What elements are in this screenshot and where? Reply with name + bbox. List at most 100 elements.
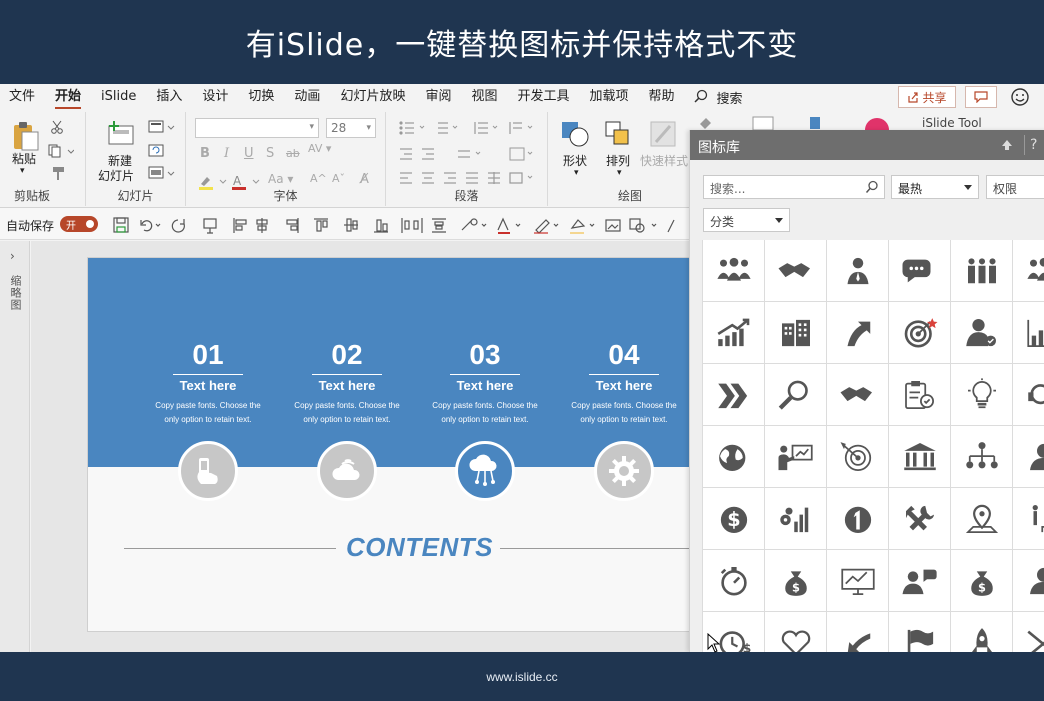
icon-cell[interactable] — [889, 364, 951, 426]
icon-cell[interactable] — [765, 612, 827, 652]
icon-cell[interactable] — [951, 364, 1013, 426]
help-icon[interactable]: ? — [1024, 135, 1044, 155]
islide-tool-label[interactable]: iSlide Tool — [922, 116, 982, 130]
icon-cell[interactable] — [889, 302, 951, 364]
layout-icon[interactable] — [148, 120, 176, 134]
icon-cell[interactable] — [889, 612, 951, 652]
agenda-icon-circle-3[interactable] — [455, 441, 515, 501]
expand-chevron-icon[interactable]: › — [10, 249, 15, 263]
icon-cell[interactable]: $ — [765, 550, 827, 612]
tell-me-search[interactable]: 搜索 — [685, 88, 751, 107]
tab-design[interactable]: 设计 — [192, 84, 238, 110]
cut-icon[interactable] — [50, 120, 64, 134]
icon-search-input[interactable]: 搜索... — [703, 175, 885, 199]
share-button[interactable]: 共享 — [898, 86, 956, 108]
tab-view[interactable]: 视图 — [461, 84, 507, 110]
shapes-label[interactable]: 形状 — [563, 152, 587, 169]
tab-islide[interactable]: iSlide — [91, 84, 146, 110]
tab-home[interactable]: 开始 — [45, 84, 91, 110]
copy-icon[interactable] — [48, 144, 74, 158]
design-ideas-icon[interactable] — [808, 116, 822, 130]
agenda-item-2[interactable]: 02 Text here Copy paste fonts. Choose th… — [285, 340, 409, 427]
icon-cell[interactable] — [951, 488, 1013, 550]
alignment-icon[interactable] — [398, 170, 538, 186]
icon-cell[interactable] — [1013, 426, 1044, 488]
icon-cell[interactable] — [1013, 364, 1044, 426]
icon-cell[interactable] — [827, 302, 889, 364]
icon-cell[interactable] — [827, 550, 889, 612]
paste-label[interactable]: 粘贴 — [12, 150, 36, 167]
underline-icon[interactable]: U — [244, 146, 254, 161]
tab-developer[interactable]: 开发工具 — [507, 84, 579, 110]
icon-cell[interactable] — [827, 488, 889, 550]
arrange-dropdown-icon[interactable]: ▾ — [617, 168, 622, 178]
icon-cell[interactable] — [765, 240, 827, 302]
search-icon[interactable] — [865, 180, 879, 194]
icon-cell[interactable] — [827, 426, 889, 488]
format-painter-icon[interactable] — [50, 166, 66, 182]
icon-cell[interactable] — [889, 550, 951, 612]
agenda-icon-circle-4[interactable] — [594, 441, 654, 501]
agenda-item-3[interactable]: 03 Text here Copy paste fonts. Choose th… — [423, 340, 547, 427]
agenda-item-4[interactable]: 04 Text here Copy paste fonts. Choose th… — [562, 340, 686, 427]
quick-styles-icon[interactable] — [648, 120, 678, 148]
thumbnail-pane-label[interactable]: 缩略图 — [7, 275, 23, 311]
icon-cell[interactable]: $ — [703, 488, 765, 550]
category-dropdown[interactable]: 分类 — [703, 208, 790, 232]
char-spacing-icon[interactable]: AV ▾ — [308, 142, 331, 155]
icon-cell[interactable] — [703, 550, 765, 612]
tab-help[interactable]: 帮助 — [639, 84, 685, 110]
toolbar-icons[interactable] — [112, 216, 682, 234]
clear-format-icon[interactable]: A̸ — [360, 172, 369, 187]
icon-cell[interactable] — [765, 364, 827, 426]
indent-controls-icon[interactable] — [398, 146, 538, 162]
shapes-icon[interactable] — [560, 120, 590, 148]
bold-icon[interactable]: B — [200, 146, 210, 161]
tab-transitions[interactable]: 切换 — [238, 84, 284, 110]
quick-styles-label[interactable]: 快速样式 — [640, 152, 688, 169]
icon-cell[interactable] — [889, 240, 951, 302]
upload-icon[interactable] — [1000, 138, 1014, 152]
icon-cell[interactable] — [703, 426, 765, 488]
icon-cell[interactable] — [703, 364, 765, 426]
new-slide-icon[interactable] — [106, 120, 136, 148]
shadow-icon[interactable]: S — [266, 146, 274, 161]
strikethrough-icon[interactable]: ab — [286, 147, 300, 160]
font-size-field[interactable]: 28 ▾ — [326, 118, 376, 138]
icon-cell[interactable] — [827, 240, 889, 302]
reset-icon[interactable] — [148, 144, 164, 158]
agenda-icon-circle-1[interactable] — [178, 441, 238, 501]
icon-cell[interactable] — [703, 302, 765, 364]
icon-cell[interactable] — [765, 302, 827, 364]
icon-cell[interactable] — [951, 426, 1013, 488]
icon-cell[interactable] — [951, 302, 1013, 364]
icon-cell[interactable] — [765, 488, 827, 550]
tab-review[interactable]: 审阅 — [415, 84, 461, 110]
icon-cell[interactable] — [1013, 612, 1044, 652]
tab-slideshow[interactable]: 幻灯片放映 — [330, 84, 415, 110]
icon-cell[interactable] — [951, 612, 1013, 652]
new-slide-label-2[interactable]: 幻灯片 — [98, 167, 134, 184]
icon-cell[interactable] — [1013, 488, 1044, 550]
feedback-smiley-icon[interactable] — [1010, 87, 1030, 107]
tab-insert[interactable]: 插入 — [146, 84, 192, 110]
comments-button[interactable] — [965, 86, 997, 108]
icon-cell[interactable] — [765, 426, 827, 488]
icon-cell[interactable] — [827, 364, 889, 426]
shapes-dropdown-icon[interactable]: ▾ — [574, 168, 579, 178]
permission-dropdown[interactable]: 权限 — [986, 175, 1044, 199]
agenda-item-1[interactable]: 01 Text here Copy paste fonts. Choose th… — [146, 340, 270, 427]
tab-file[interactable]: 文件 — [0, 84, 45, 110]
paste-dropdown-icon[interactable]: ▾ — [20, 166, 25, 176]
arrange-label[interactable]: 排列 — [606, 152, 630, 169]
sort-dropdown[interactable]: 最热 — [891, 175, 979, 199]
arrange-icon[interactable] — [604, 120, 634, 148]
change-case-icon[interactable]: Aa ▾ — [268, 172, 293, 186]
grow-font-icon[interactable]: A^ — [310, 172, 327, 185]
tab-addins[interactable]: 加载项 — [580, 84, 639, 110]
icon-cell[interactable] — [1013, 550, 1044, 612]
font-name-field[interactable]: ▾ — [195, 118, 319, 138]
icon-cell[interactable] — [889, 488, 951, 550]
autosave-toggle[interactable]: 开 — [60, 216, 98, 232]
agenda-icon-circle-2[interactable] — [317, 441, 377, 501]
